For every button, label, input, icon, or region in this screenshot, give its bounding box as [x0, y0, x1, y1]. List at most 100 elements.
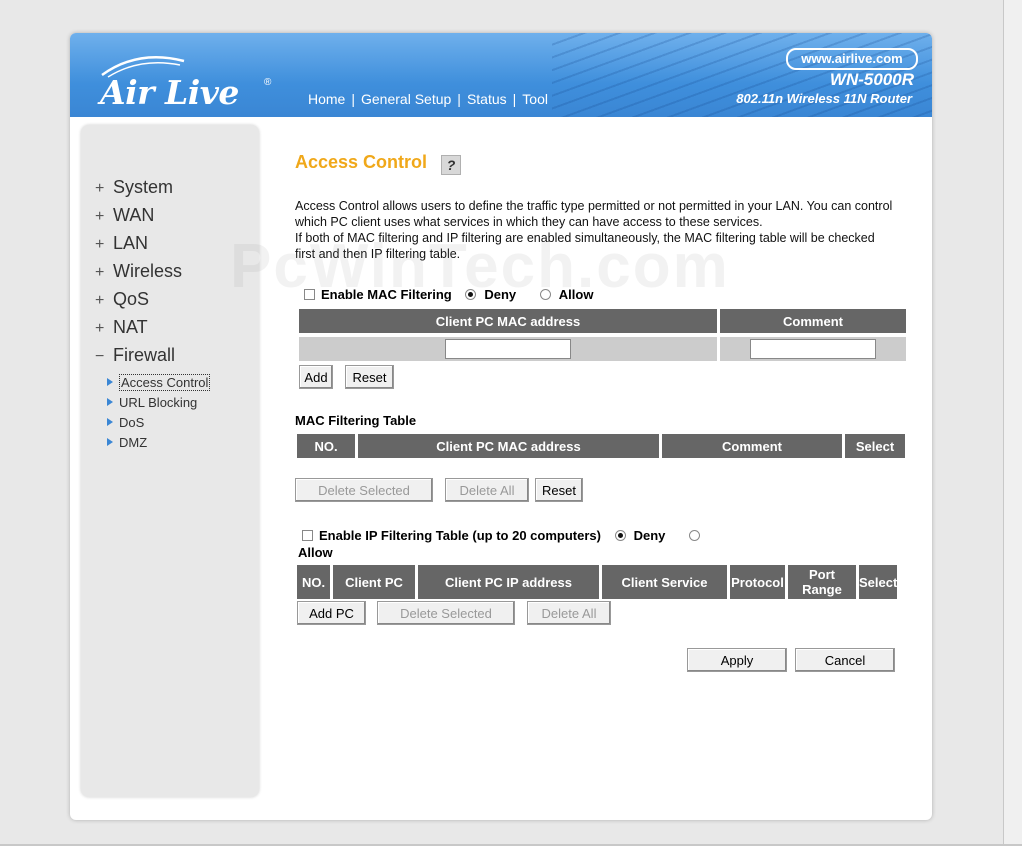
sidebar-item-label: System [113, 177, 174, 197]
page-title: Access Control [295, 152, 428, 172]
mac-allow-radio[interactable] [539, 289, 551, 300]
mac-input-cell [299, 337, 717, 361]
subitem-url-blocking[interactable]: URL Blocking [107, 395, 210, 415]
mac-filtering-table-title: MAC Filtering Table [295, 413, 417, 428]
subitem-dmz[interactable]: DMZ [107, 435, 210, 455]
arrow-right-icon [107, 418, 113, 426]
ip-allow-radio[interactable] [689, 530, 700, 541]
logo-text: Air Live [100, 73, 239, 112]
col-header-no: NO. [297, 565, 330, 599]
description-line-1: Access Control allows users to define th… [295, 199, 893, 229]
apply-button[interactable]: Apply [687, 648, 787, 672]
mac-filter-options: Enable MAC Filtering Deny Allow [304, 287, 593, 302]
ip-allow-label: Allow [298, 545, 333, 560]
sidebar-item-label: Firewall [113, 345, 176, 365]
mac-entry-table: Client PC MAC address Comment [296, 309, 909, 361]
ip-filter-options: Enable IP Filtering Table (up to 20 comp… [302, 528, 708, 543]
model-description: 802.11n Wireless 11N Router [736, 91, 912, 106]
sidebar-item-qos[interactable]: + QoS [95, 289, 210, 317]
sidebar-item-label: LAN [113, 233, 149, 253]
sidebar-item-label: Wireless [113, 261, 183, 281]
expand-icon: + [95, 180, 105, 197]
sidebar-item-label: QoS [113, 289, 150, 309]
delete-selected-ip-button[interactable]: Delete Selected [377, 601, 515, 625]
ip-filtering-table: NO. Client PC Client PC IP address Clien… [294, 565, 900, 599]
subitem-access-control[interactable]: Access Control [107, 374, 211, 395]
subitem-label: URL Blocking [119, 395, 198, 410]
enable-ip-filtering-label: Enable IP Filtering Table (up to 20 comp… [319, 528, 601, 543]
cancel-button[interactable]: Cancel [795, 648, 895, 672]
col-header-select: Select [845, 434, 905, 458]
ip-deny-radio[interactable] [614, 530, 626, 541]
subitem-label: DMZ [119, 435, 148, 450]
subitem-label: Access Control [119, 374, 211, 391]
arrow-right-icon [107, 438, 113, 446]
col-header-client-service: Client Service [602, 565, 727, 599]
expand-icon: + [95, 236, 105, 253]
router-panel: Air Live ® Home | General Setup | Status | Too… [70, 33, 932, 820]
mac-allow-label: Allow [558, 287, 594, 302]
airlive-logo: Air Live ® [98, 51, 273, 112]
page-description: Access Control allows users to define th… [295, 198, 895, 262]
sidebar-item-lan[interactable]: + LAN [95, 233, 210, 261]
col-header-port-range: Port Range [788, 565, 856, 599]
top-nav: Home | General Setup | Status | Tool [308, 91, 548, 107]
col-header-select: Select [859, 565, 898, 599]
col-header-comment: Comment [720, 309, 906, 333]
mac-deny-radio[interactable] [465, 289, 477, 300]
expand-icon: + [95, 292, 105, 309]
col-header-mac: Client PC MAC address [299, 309, 717, 333]
comment-input[interactable] [750, 339, 876, 359]
description-line-2: If both of MAC filtering and IP filterin… [295, 231, 875, 261]
nav-home[interactable]: Home [308, 91, 345, 107]
add-pc-button[interactable]: Add PC [297, 601, 366, 625]
reset-mac-table-button[interactable]: Reset [535, 478, 583, 502]
col-header-comment: Comment [662, 434, 842, 458]
help-icon[interactable]: ? [441, 155, 461, 175]
delete-all-mac-button[interactable]: Delete All [445, 478, 529, 502]
website-url: www.airlive.com [786, 48, 918, 70]
delete-selected-mac-button[interactable]: Delete Selected [295, 478, 433, 502]
sidebar-item-system[interactable]: + System [95, 177, 210, 205]
firewall-submenu: Access Control URL Blocking DoS DMZ [107, 374, 211, 455]
header-banner: Air Live ® Home | General Setup | Status | Too… [70, 33, 932, 117]
sidebar: + System + WAN + LAN + Wireless + QoS + NAT − F… [81, 125, 259, 797]
expand-icon: + [95, 208, 105, 225]
delete-all-ip-button[interactable]: Delete All [527, 601, 611, 625]
logo-registered-mark: ® [264, 77, 272, 88]
add-button[interactable]: Add [299, 365, 333, 389]
enable-mac-filtering-checkbox[interactable] [304, 289, 315, 300]
mac-address-input[interactable] [445, 339, 571, 359]
ip-deny-label: Deny [633, 528, 666, 543]
sidebar-item-firewall[interactable]: − Firewall [95, 345, 210, 373]
nav-tool[interactable]: Tool [522, 91, 548, 107]
col-header-mac: Client PC MAC address [358, 434, 659, 458]
collapse-icon: − [95, 348, 105, 365]
subitem-label: DoS [119, 415, 145, 430]
sidebar-item-label: WAN [113, 205, 155, 225]
expand-icon: + [95, 320, 105, 337]
expand-icon: + [95, 264, 105, 281]
col-header-ip-address: Client PC IP address [418, 565, 599, 599]
window-scroll-edge [1003, 0, 1022, 846]
nav-status[interactable]: Status [467, 91, 507, 107]
nav-general-setup[interactable]: General Setup [361, 91, 451, 107]
reset-button[interactable]: Reset [345, 365, 394, 389]
sidebar-item-wireless[interactable]: + Wireless [95, 261, 210, 289]
arrow-right-icon [107, 378, 113, 386]
sidebar-item-nat[interactable]: + NAT [95, 317, 210, 345]
enable-mac-filtering-label: Enable MAC Filtering [321, 287, 452, 302]
sidebar-item-label: NAT [113, 317, 148, 337]
comment-input-cell [720, 337, 906, 361]
enable-ip-filtering-checkbox[interactable] [302, 530, 313, 541]
sidebar-item-wan[interactable]: + WAN [95, 205, 210, 233]
mac-filtering-table: NO. Client PC MAC address Comment Select [294, 434, 908, 458]
arrow-right-icon [107, 398, 113, 406]
col-header-no: NO. [297, 434, 355, 458]
model-name: WN-5000R [829, 70, 914, 89]
subitem-dos[interactable]: DoS [107, 415, 210, 435]
mac-deny-label: Deny [484, 287, 517, 302]
col-header-protocol: Protocol [730, 565, 785, 599]
col-header-client-pc: Client PC [333, 565, 415, 599]
sidebar-menu: + System + WAN + LAN + Wireless + QoS + NAT − F… [95, 177, 211, 455]
